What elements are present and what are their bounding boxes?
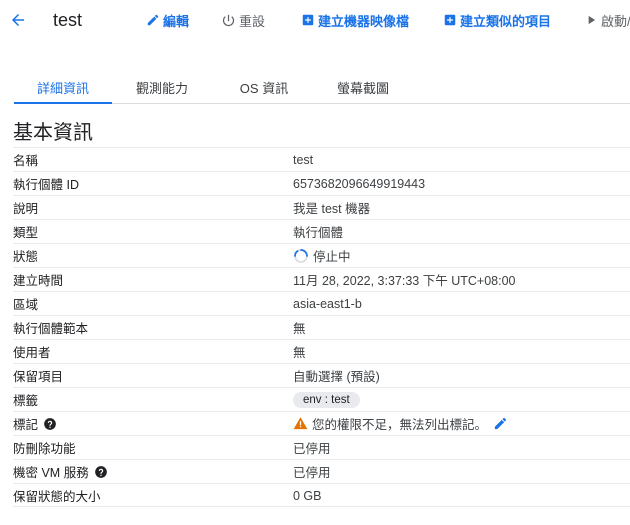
spinner-icon	[294, 248, 308, 263]
edit-button[interactable]: 編輯	[146, 0, 189, 40]
back-button[interactable]	[6, 0, 30, 40]
row-value: test	[293, 152, 314, 167]
status-value: 停止中	[293, 244, 351, 267]
row-value: 您的權限不足，無法列出標記。	[293, 412, 512, 435]
table-row: 標記 您的權限不足，無法列出標記。	[13, 411, 630, 435]
power-icon	[222, 14, 235, 26]
play-icon	[588, 15, 596, 25]
row-label: 類型	[13, 226, 39, 240]
table-row: 區域 asia-east1-b	[13, 291, 630, 315]
details-table: 名稱 test 執行個體 ID 6573682096649919443 說明 我…	[13, 147, 630, 507]
table-row: 類型 執行個體	[13, 219, 630, 243]
row-value: 0 GB	[293, 488, 322, 503]
row-value: 無	[293, 346, 306, 360]
row-value: asia-east1-b	[293, 296, 362, 311]
create-machine-image-button[interactable]: 建立機器映像檔	[301, 0, 409, 40]
row-label-text: 機密 VM 服務	[13, 466, 89, 480]
row-label: 使用者	[13, 346, 51, 360]
edit-label: 編輯	[163, 13, 190, 29]
add-box-icon	[444, 14, 456, 26]
edit-tags-pencil-icon[interactable]	[493, 416, 512, 431]
row-label-text: 標記	[13, 418, 39, 432]
row-label: 防刪除功能	[13, 442, 76, 456]
create-similar-label: 建立類似的項目	[460, 13, 552, 29]
create-machine-image-label: 建立機器映像檔	[318, 13, 410, 29]
pencil-icon	[147, 14, 159, 26]
table-row: 說明 我是 test 機器	[13, 195, 630, 219]
row-label: 區域	[13, 298, 39, 312]
start-button[interactable]: 啟動/	[584, 0, 630, 40]
row-label: 機密 VM 服務	[13, 460, 108, 483]
tab-bar: 詳細資訊 觀測能力 OS 資訊 螢幕截圖	[14, 74, 630, 104]
row-label: 標籤	[13, 394, 39, 408]
tab-os-info[interactable]: OS 資訊	[224, 74, 304, 102]
page-title: test	[53, 9, 83, 30]
row-value: 11月 28, 2022, 3:37:33 下午 UTC+08:00	[293, 274, 516, 288]
row-value: 自動選擇 (預設)	[293, 370, 380, 384]
add-box-icon	[302, 14, 314, 26]
row-label: 名稱	[13, 154, 39, 168]
row-value: env : test	[293, 388, 360, 411]
table-row: 執行個體範本 無	[13, 315, 630, 339]
table-row: 保留狀態的大小 0 GB	[13, 483, 630, 507]
row-value: 6573682096649919443	[293, 176, 426, 191]
table-row: 防刪除功能 已停用	[13, 435, 630, 459]
help-icon[interactable]	[43, 417, 57, 431]
toolbar: test 編輯 重設 建立機器映像檔 建立類似的項目 啟動/	[0, 0, 630, 40]
row-value: 無	[293, 322, 306, 336]
reset-button[interactable]: 重設	[221, 0, 265, 40]
section-title: 基本資訊	[13, 122, 93, 144]
table-row: 機密 VM 服務 已停用	[13, 459, 630, 483]
reset-label: 重設	[239, 13, 266, 29]
row-value: 已停用	[293, 442, 331, 456]
table-row: 使用者 無	[13, 339, 630, 363]
help-icon[interactable]	[94, 465, 108, 479]
row-value: 執行個體	[293, 226, 344, 240]
warning-icon	[293, 417, 308, 430]
status-text: 停止中	[313, 250, 351, 264]
create-similar-button[interactable]: 建立類似的項目	[443, 0, 551, 40]
tab-observability[interactable]: 觀測能力	[112, 74, 212, 102]
start-label: 啟動/	[601, 13, 630, 29]
tab-screenshot[interactable]: 螢幕截圖	[320, 74, 406, 102]
row-value: 我是 test 機器	[293, 202, 371, 216]
table-row: 執行個體 ID 6573682096649919443	[13, 171, 630, 195]
table-row: 名稱 test	[13, 147, 630, 171]
tab-details[interactable]: 詳細資訊	[14, 74, 112, 104]
table-row: 建立時間 11月 28, 2022, 3:37:33 下午 UTC+08:00	[13, 267, 630, 291]
row-label: 說明	[13, 202, 39, 216]
tags-warning-text: 您的權限不足，無法列出標記。	[312, 418, 488, 432]
row-label: 執行個體 ID	[13, 178, 79, 192]
back-arrow-icon	[12, 14, 24, 26]
row-label: 執行個體範本	[13, 322, 89, 336]
table-row: 保留項目 自動選擇 (預設)	[13, 363, 630, 387]
row-label: 建立時間	[13, 274, 64, 288]
table-row: 標籤 env : test	[13, 387, 630, 411]
label-chip[interactable]: env : test	[293, 391, 360, 408]
row-label: 保留狀態的大小	[13, 490, 101, 504]
row-value: 已停用	[293, 466, 331, 480]
row-label: 標記	[13, 412, 57, 435]
table-row: 狀態 停止中	[13, 243, 630, 267]
row-label: 狀態	[13, 250, 39, 264]
row-label: 保留項目	[13, 370, 64, 384]
